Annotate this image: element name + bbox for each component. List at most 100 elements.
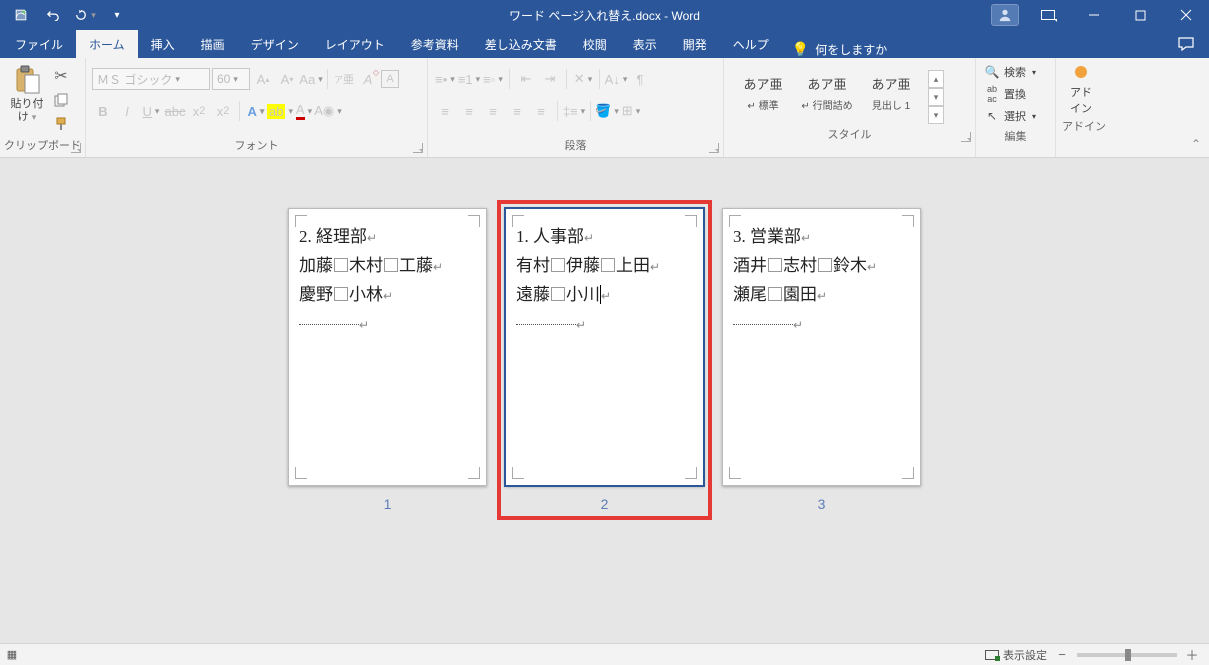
editing-group-label: 編集 bbox=[1005, 131, 1027, 143]
tab-表示[interactable]: 表示 bbox=[620, 30, 670, 58]
tab-開発[interactable]: 開発 bbox=[670, 30, 720, 58]
multilevel-list-button[interactable]: ≡◦ bbox=[482, 68, 504, 90]
styles-row-down[interactable]: ▾ bbox=[928, 88, 944, 106]
enclose-characters-button[interactable]: A bbox=[381, 70, 399, 88]
highlight-button[interactable]: ab bbox=[269, 100, 291, 122]
page-number-label: 3 bbox=[818, 496, 826, 512]
numbering-button[interactable]: ≡1 bbox=[458, 68, 480, 90]
line-spacing-button[interactable]: ‡≡ bbox=[563, 100, 585, 122]
ribbon: 貼り付け ✂ クリップボード ＭＳ ゴシック 60 A▴ A▾ Aa ア亜 A◇… bbox=[0, 58, 1209, 158]
page-thumbnail-3[interactable]: 3. 営業部↵酒井志村鈴木↵瀬尾園田↵↵3 bbox=[722, 208, 921, 512]
addin-group-label: アドイン bbox=[1062, 121, 1106, 133]
collapse-ribbon-button[interactable]: ⌃ bbox=[1191, 137, 1201, 151]
cursor-icon: ↖ bbox=[984, 109, 1000, 123]
justify-button[interactable]: ≡ bbox=[506, 100, 528, 122]
tab-差し込み文書[interactable]: 差し込み文書 bbox=[472, 30, 570, 58]
undo-button[interactable] bbox=[40, 3, 66, 27]
select-button[interactable]: ↖選択▾ bbox=[984, 106, 1047, 126]
zoom-in-button[interactable]: ＋ bbox=[1185, 645, 1199, 664]
zoom-out-button[interactable]: − bbox=[1055, 647, 1069, 662]
cut-button[interactable]: ✂ bbox=[50, 66, 72, 86]
styles-row-up[interactable]: ▴ bbox=[928, 70, 944, 88]
increase-indent-button[interactable]: ⇥ bbox=[539, 68, 561, 90]
shading-button[interactable]: 🪣 bbox=[596, 100, 618, 122]
show-marks-button[interactable]: ¶ bbox=[629, 68, 651, 90]
align-left-button[interactable]: ≡ bbox=[434, 100, 456, 122]
copy-button[interactable] bbox=[50, 90, 72, 110]
bullets-button[interactable]: ≡• bbox=[434, 68, 456, 90]
redo-button[interactable] bbox=[72, 3, 98, 27]
search-icon: 🔍 bbox=[984, 65, 1000, 79]
tab-ヘルプ[interactable]: ヘルプ bbox=[720, 30, 782, 58]
decrease-indent-button[interactable]: ⇤ bbox=[515, 68, 537, 90]
distributed-button[interactable]: ≡ bbox=[530, 100, 552, 122]
status-bar: ▦ 表示設定 − ＋ bbox=[0, 643, 1209, 665]
comments-button[interactable] bbox=[1163, 30, 1209, 58]
paragraph-group-label: 段落 bbox=[565, 140, 587, 152]
text-effects-button[interactable]: A bbox=[245, 100, 267, 122]
display-settings-icon bbox=[985, 650, 999, 660]
italic-button[interactable]: I bbox=[116, 100, 138, 122]
ribbon-display-options[interactable] bbox=[1025, 0, 1071, 30]
zoom-slider[interactable] bbox=[1077, 653, 1177, 657]
format-painter-button[interactable] bbox=[50, 114, 72, 134]
paragraph-launcher[interactable] bbox=[709, 143, 719, 153]
style-↵標準[interactable]: あア亜↵ 標準 bbox=[732, 64, 794, 122]
styles-more[interactable]: ▾ bbox=[928, 106, 944, 124]
tab-レイアウト[interactable]: レイアウト bbox=[312, 30, 398, 58]
tell-me-search[interactable]: 💡 何をしますか bbox=[792, 41, 887, 58]
font-size-combo[interactable]: 60 bbox=[212, 68, 250, 90]
account-button[interactable] bbox=[991, 4, 1019, 26]
replace-button[interactable]: abac置換 bbox=[984, 84, 1047, 104]
superscript-button[interactable]: x2 bbox=[212, 100, 234, 122]
font-launcher[interactable] bbox=[413, 143, 423, 153]
qat-customize[interactable]: ▾ bbox=[104, 3, 130, 27]
macro-record-icon[interactable]: ▦ bbox=[0, 648, 24, 661]
page-thumbnail-2[interactable]: 1. 人事部↵有村伊藤上田↵遠藤小川↵↵2 bbox=[505, 208, 704, 512]
sort-button[interactable]: A↓ bbox=[605, 68, 627, 90]
styles-gallery: あア亜↵ 標準あア亜↵ 行間詰めあア亜見出し 1▴▾▾ bbox=[724, 58, 975, 124]
subscript-button[interactable]: x2 bbox=[188, 100, 210, 122]
tab-校閲[interactable]: 校閲 bbox=[570, 30, 620, 58]
asian-layout-button[interactable]: ✕ bbox=[572, 68, 594, 90]
style-↵行間詰め[interactable]: あア亜↵ 行間詰め bbox=[796, 64, 858, 122]
display-settings-button[interactable]: 表示設定 bbox=[985, 647, 1047, 663]
minimize-button[interactable] bbox=[1071, 0, 1117, 30]
replace-icon: abac bbox=[984, 84, 1000, 104]
strikethrough-button[interactable]: abc bbox=[164, 100, 186, 122]
tab-ファイル[interactable]: ファイル bbox=[2, 30, 76, 58]
document-area[interactable]: 2. 経理部↵加藤木村工藤↵慶野小林↵↵11. 人事部↵有村伊藤上田↵遠藤小川↵… bbox=[0, 158, 1209, 643]
align-right-button[interactable]: ≡ bbox=[482, 100, 504, 122]
shrink-font-button[interactable]: A▾ bbox=[276, 68, 298, 90]
borders-button[interactable]: ⊞ bbox=[620, 100, 642, 122]
clipboard-launcher[interactable] bbox=[71, 143, 81, 153]
font-color-button[interactable]: A bbox=[293, 100, 315, 122]
maximize-button[interactable] bbox=[1117, 0, 1163, 30]
clear-formatting-button[interactable]: A◇ bbox=[357, 68, 379, 90]
find-button[interactable]: 🔍検索▾ bbox=[984, 62, 1047, 82]
bold-button[interactable]: B bbox=[92, 100, 114, 122]
character-shading-button[interactable]: A◉ bbox=[317, 100, 339, 122]
grow-font-button[interactable]: A▴ bbox=[252, 68, 274, 90]
tab-デザイン[interactable]: デザイン bbox=[238, 30, 312, 58]
phonetic-guide-button[interactable]: ア亜 bbox=[333, 68, 355, 90]
tab-ホーム[interactable]: ホーム bbox=[76, 30, 138, 58]
tab-描画[interactable]: 描画 bbox=[188, 30, 238, 58]
align-center-button[interactable]: ≡ bbox=[458, 100, 480, 122]
underline-button[interactable]: U bbox=[140, 100, 162, 122]
addins-button[interactable]: アド イン bbox=[1056, 58, 1106, 116]
style-見出し1[interactable]: あア亜見出し 1 bbox=[860, 64, 922, 122]
tab-参考資料[interactable]: 参考資料 bbox=[398, 30, 472, 58]
lightbulb-icon: 💡 bbox=[792, 41, 809, 58]
font-name-combo[interactable]: ＭＳ ゴシック bbox=[92, 68, 210, 90]
window-title: ワード ページ入れ替え.docx - Word bbox=[509, 7, 700, 24]
styles-launcher[interactable] bbox=[961, 132, 971, 142]
styles-group-label: スタイル bbox=[828, 129, 872, 141]
paste-button[interactable]: 貼り付け bbox=[6, 64, 48, 124]
close-button[interactable] bbox=[1163, 0, 1209, 30]
autosave-icon[interactable] bbox=[8, 3, 34, 27]
change-case-button[interactable]: Aa bbox=[300, 68, 322, 90]
tab-挿入[interactable]: 挿入 bbox=[138, 30, 188, 58]
page-thumbnail-1[interactable]: 2. 経理部↵加藤木村工藤↵慶野小林↵↵1 bbox=[288, 208, 487, 512]
page-number-label: 1 bbox=[384, 496, 392, 512]
